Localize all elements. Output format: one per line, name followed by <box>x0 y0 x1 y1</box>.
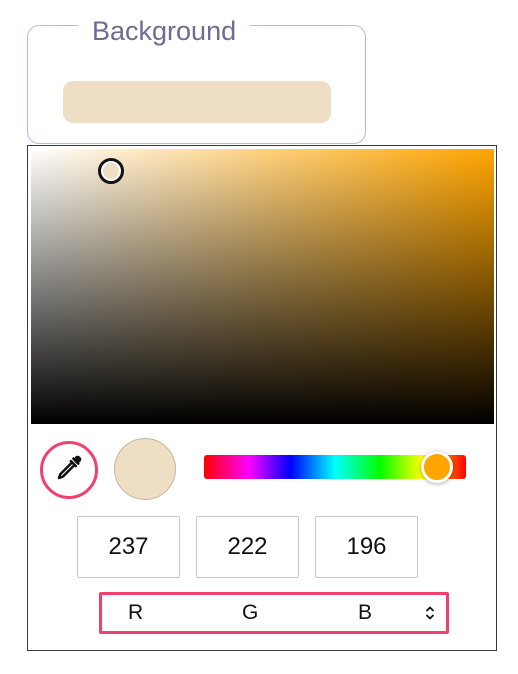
mode-label-g: G <box>242 601 259 624</box>
eyedropper-button[interactable] <box>40 441 98 499</box>
red-channel-input[interactable]: 237 <box>77 516 180 578</box>
saturation-value-area[interactable] <box>31 149 494 424</box>
mode-label-r: R <box>128 601 144 624</box>
chevron-up-down-icon <box>424 603 436 623</box>
hue-slider-thumb[interactable] <box>421 451 454 483</box>
eyedropper-icon <box>54 453 84 488</box>
background-legend: Background <box>78 13 251 49</box>
background-color-swatch[interactable] <box>63 81 331 123</box>
color-picker-popover: 237 222 196 R G B <box>27 145 497 651</box>
hue-slider[interactable] <box>204 451 466 483</box>
saturation-value-cursor[interactable] <box>98 158 124 184</box>
green-channel-input[interactable]: 222 <box>196 516 299 578</box>
color-mode-toggle[interactable]: R G B <box>99 592 449 634</box>
color-preview-swatch <box>114 438 176 500</box>
blue-channel-input[interactable]: 196 <box>315 516 418 578</box>
color-field-root: Background 237 222 196 R G B <box>0 0 518 674</box>
mode-label-b: B <box>358 601 373 624</box>
